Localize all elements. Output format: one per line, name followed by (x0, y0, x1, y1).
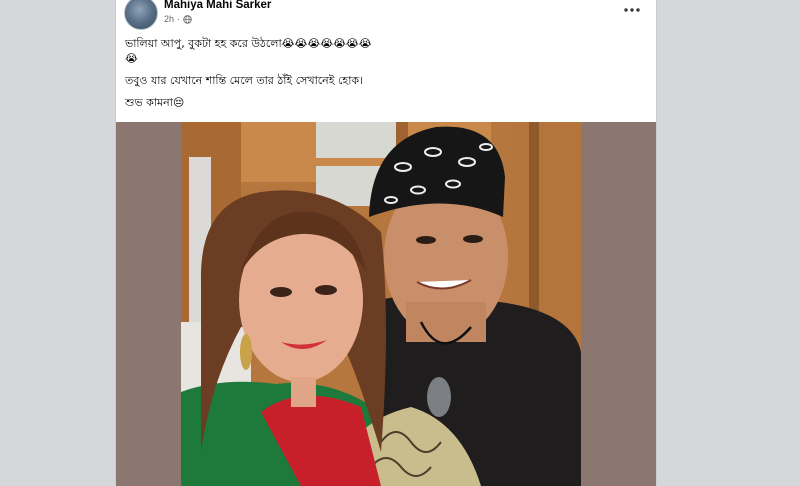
photo-frame (116, 122, 656, 486)
post-text-line-1: ভালিয়া আপু, বুকটা হহ করে উঠলো😭😭😭😭😭😭😭 😭 (125, 37, 372, 65)
more-options-icon[interactable] (622, 2, 642, 18)
post-card: Mahiya Mahi Sarker 2h · ভালিয়া আপু, বুক… (115, 0, 657, 486)
profile-avatar[interactable] (124, 0, 158, 30)
selfie-illustration (181, 122, 581, 486)
author-name[interactable]: Mahiya Mahi Sarker (164, 0, 271, 11)
post-text: ভালিয়া আপু, বুকটা হহ করে উঠলো😭😭😭😭😭😭😭 😭 … (125, 36, 645, 117)
post-time[interactable]: 2h (164, 14, 174, 24)
post-text-line-2: তবুও যার যেখানে শান্তি মেলে তার ঠাঁই সেখ… (125, 74, 364, 87)
post-meta: 2h · (164, 14, 192, 24)
post-photo[interactable] (181, 122, 581, 486)
meta-separator: · (177, 14, 181, 24)
post-header: Mahiya Mahi Sarker 2h · (116, 0, 656, 30)
left-gutter (0, 0, 115, 486)
post-text-line-3: শুভ কামনা😔 (125, 96, 185, 109)
right-gutter (655, 0, 800, 486)
globe-icon (183, 14, 192, 24)
